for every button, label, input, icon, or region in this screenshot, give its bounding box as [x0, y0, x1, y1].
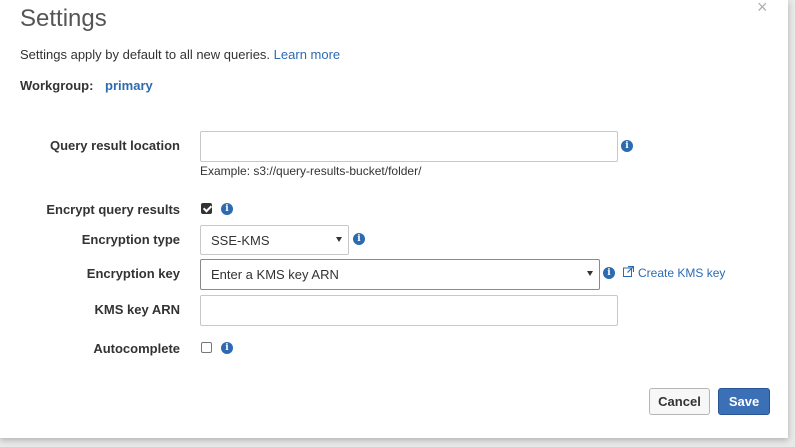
encryption-type-value: SSE-KMS [211, 233, 270, 248]
encrypt-query-results-label: Encrypt query results [46, 202, 180, 217]
chevron-down-icon [587, 271, 593, 276]
workgroup-label: Workgroup: [20, 78, 94, 93]
close-icon[interactable]: × [757, 0, 768, 16]
encryption-key-value: Enter a KMS key ARN [211, 267, 339, 282]
info-icon[interactable]: i [353, 233, 365, 245]
chevron-down-icon [336, 237, 342, 242]
info-icon[interactable]: i [621, 140, 633, 152]
kms-key-arn-label: KMS key ARN [94, 302, 180, 317]
encryption-key-label: Encryption key [86, 266, 180, 281]
create-kms-key-label: Create KMS key [638, 266, 726, 280]
encryption-type-label: Encryption type [81, 232, 180, 247]
info-icon[interactable]: i [603, 267, 615, 279]
workgroup: Workgroup: primary [20, 78, 153, 93]
encrypt-query-results-checkbox[interactable] [201, 203, 212, 214]
autocomplete-checkbox[interactable] [201, 342, 212, 353]
kms-key-arn-input[interactable] [200, 295, 618, 326]
learn-more-link[interactable]: Learn more [274, 47, 340, 62]
info-icon[interactable]: i [221, 203, 233, 215]
info-icon[interactable]: i [221, 342, 233, 354]
settings-dialog: × Settings Settings apply by default to … [0, 0, 788, 438]
query-result-location-label: Query result location [49, 138, 180, 153]
cancel-button[interactable]: Cancel [649, 388, 710, 415]
autocomplete-label: Autocomplete [93, 341, 180, 356]
subtitle-text: Settings apply by default to all new que… [20, 47, 271, 62]
dialog-title: Settings [20, 5, 107, 32]
workgroup-value: primary [105, 78, 153, 93]
query-result-location-input[interactable] [200, 131, 618, 162]
external-link-icon [623, 265, 635, 280]
dialog-subtitle: Settings apply by default to all new que… [20, 47, 340, 62]
encryption-type-select[interactable]: SSE-KMS [200, 225, 349, 255]
save-button[interactable]: Save [718, 388, 770, 415]
query-result-location-example: Example: s3://query-results-bucket/folde… [200, 164, 422, 178]
create-kms-key-link[interactable]: Create KMS key [623, 265, 726, 280]
encryption-key-select[interactable]: Enter a KMS key ARN [200, 259, 600, 290]
